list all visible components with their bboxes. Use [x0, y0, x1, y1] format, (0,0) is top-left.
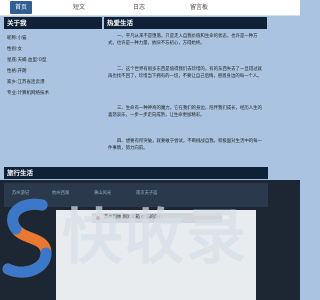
travel-item[interactable]: 南京夫子庙 — [136, 190, 157, 196]
about-row-zodiac: 星座:天蝎 血型:O型 — [7, 58, 47, 63]
hobbies-paragraph-1: 一、平凡从来不是堕落，只是走入自我价值和生命的状态，也许是一种方式，也许是一种力… — [108, 34, 258, 46]
travel-item[interactable]: 黄山风光 — [94, 190, 111, 196]
watermark-logo-icon — [2, 198, 52, 278]
hobbies-panel: 热爱生活 一、平凡从来不是堕落，只是走入自我价值和生命的状态，也许是一种方式，也… — [104, 17, 267, 179]
about-row-personality: 性格:开朗 — [7, 69, 27, 74]
nav-item-journal[interactable]: 日志 — [128, 1, 150, 14]
nav-item-guestbook[interactable]: 留言板 — [185, 1, 213, 14]
about-row-nickname: 昵称:小猫 — [7, 36, 27, 41]
about-row-major: 专业:计算机网络技术 — [7, 91, 50, 96]
travel-item[interactable]: 杭州西湖 — [52, 190, 69, 196]
hobbies-paragraph-2: 二、这个世界有很多东西是值得我们去珍惜的，有的东西失去了一旦错过就再也找不回了，… — [108, 67, 262, 79]
nav-item-home[interactable]: 首页 — [10, 1, 32, 14]
watermark-text: 快收录 — [62, 203, 248, 273]
about-row-gender: 性别:女 — [7, 47, 23, 52]
top-navigation: 首页 短文 日志 留言板 — [0, 0, 300, 16]
hobbies-title: 热爱生活 — [104, 17, 267, 29]
hobbies-paragraph-4: 四、想要有所突破，就要敢于尝试，不断挑战自我，积极面对生活中的每一件事情，努力向… — [108, 139, 262, 151]
hobbies-paragraph-3: 三、生命有一种神奇的魔力，它在我们的身边，陪伴我们成长，经历人生的喜怒哀乐，一步… — [108, 106, 262, 118]
nav-item-articles[interactable]: 短文 — [68, 1, 90, 14]
about-title: 关于我 — [4, 17, 102, 29]
travel-title: 旅行生活 — [4, 167, 268, 179]
about-row-hometown: 家乡:江苏省连云港 — [7, 80, 45, 85]
about-panel: 关于我 昵称:小猫 性别:女 星座:天蝎 血型:O型 性格:开朗 家乡:江苏省连… — [4, 17, 102, 179]
